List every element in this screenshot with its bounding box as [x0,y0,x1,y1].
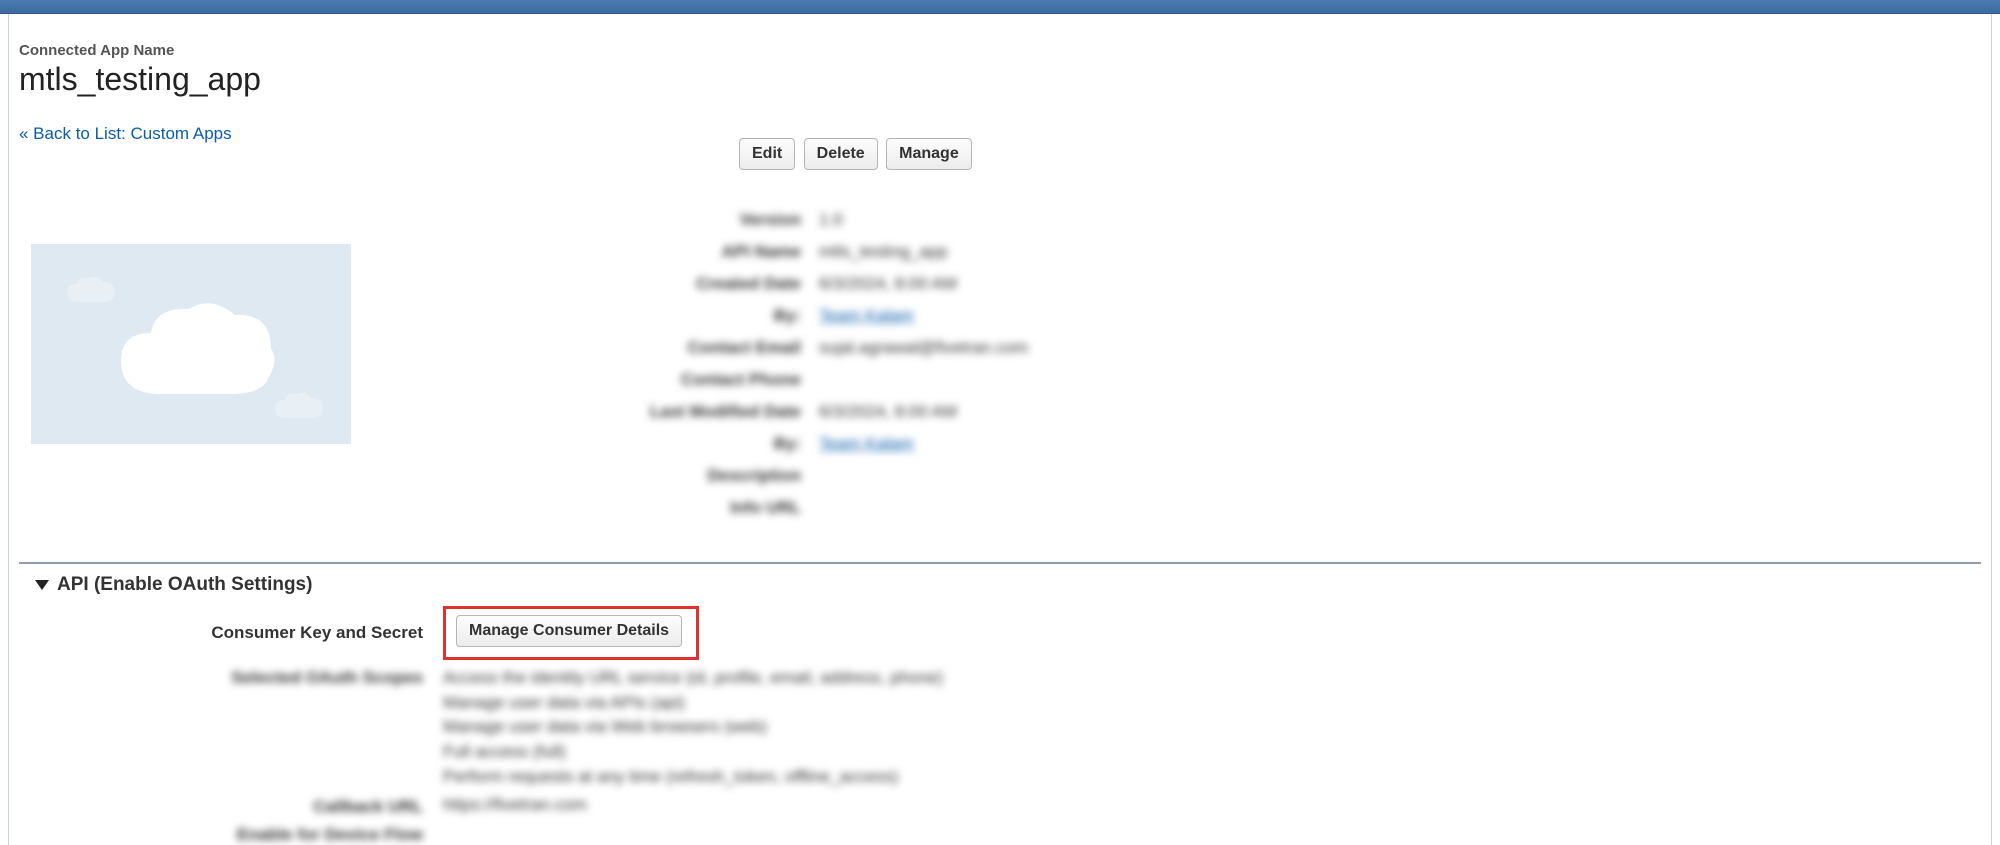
label-apiname: API Name [419,242,819,262]
info-row-lastmodby: By: Team Kalam [419,428,1981,460]
consumer-key-row: Consumer Key and Secret Manage Consumer … [19,606,1981,660]
page-container: Connected App Name mtls_testing_app « Ba… [8,14,1992,845]
details-grid: Version 1.0 API Name mtls_testing_app Cr… [19,204,1981,524]
connected-app-label: Connected App Name [19,42,1981,59]
device-flow-label: Enable for Device Flow [19,823,443,845]
value-lastmod: 6/3/2024, 8:00 AM [819,402,957,422]
callback-url-label: Callback URL [19,795,443,817]
label-contactemail: Contact Email [419,338,819,358]
info-row-contactphone: Contact Phone [419,364,1981,396]
highlight-annotation: Manage Consumer Details [443,606,699,660]
scope-item: Manage user data via Web browsers (web) [443,715,943,740]
api-section-header[interactable]: API (Enable OAuth Settings) [19,564,1981,600]
label-createdby: By: [419,306,819,326]
value-apiname: mtls_testing_app [819,242,948,262]
value-createdby: Team Kalam [819,306,913,326]
manage-consumer-details-button[interactable]: Manage Consumer Details [456,615,682,647]
app-name-heading: mtls_testing_app [19,61,1981,98]
oauth-scopes-value: Access the identity URL service (id, pro… [443,666,943,789]
value-lastmodby: Team Kalam [819,434,913,454]
api-section-title: API (Enable OAuth Settings) [57,574,312,596]
label-lastmod: Last Modified Date [419,402,819,422]
label-lastmodby: By: [419,434,819,454]
back-to-list-link[interactable]: « Back to List: Custom Apps [19,124,232,144]
label-contactphone: Contact Phone [419,370,819,390]
oauth-scopes-row: Selected OAuth Scopes Access the identit… [19,666,1981,789]
device-flow-row: Enable for Device Flow [19,823,1981,845]
info-column: Version 1.0 API Name mtls_testing_app Cr… [419,204,1981,524]
callback-url-row: Callback URL https://fivetran.com [19,795,1981,817]
scope-item: Access the identity URL service (id, pro… [443,666,943,691]
scope-item: Perform requests at any time (refresh_to… [443,765,943,790]
scope-item: Full access (full) [443,740,943,765]
manage-button[interactable]: Manage [886,138,972,170]
value-contactemail: sujal.agrawal@fivetran.com [819,338,1028,358]
consumer-key-label: Consumer Key and Secret [19,623,443,643]
edit-button[interactable]: Edit [739,138,795,170]
info-row-lastmod: Last Modified Date 6/3/2024, 8:00 AM [419,396,1981,428]
label-version: Version [419,210,819,230]
callback-url-value: https://fivetran.com [443,795,587,817]
scope-item: Manage user data via APIs (api) [443,691,943,716]
cloud-main-icon [111,299,281,409]
info-row-created: Created Date 6/3/2024, 8:00 AM [419,268,1981,300]
info-row-version: Version 1.0 [419,204,1981,236]
app-logo-placeholder [31,244,351,444]
info-row-contactemail: Contact Email sujal.agrawal@fivetran.com [419,332,1981,364]
top-bar [0,0,2000,14]
info-row-apiname: API Name mtls_testing_app [419,236,1981,268]
cloud-br-icon [269,390,329,426]
value-version: 1.0 [819,210,843,230]
oauth-scopes-label: Selected OAuth Scopes [19,666,443,789]
collapse-triangle-icon [35,580,49,590]
action-buttons-row: Edit Delete Manage [19,138,1981,170]
info-row-createdby: By: Team Kalam [419,300,1981,332]
label-infourl: Info URL [419,498,819,518]
delete-button[interactable]: Delete [804,138,878,170]
label-description: Description [419,466,819,486]
logo-column [19,204,419,524]
value-created: 6/3/2024, 8:00 AM [819,274,957,294]
label-created: Created Date [419,274,819,294]
info-row-infourl: Info URL [419,492,1981,524]
info-row-description: Description [419,460,1981,492]
